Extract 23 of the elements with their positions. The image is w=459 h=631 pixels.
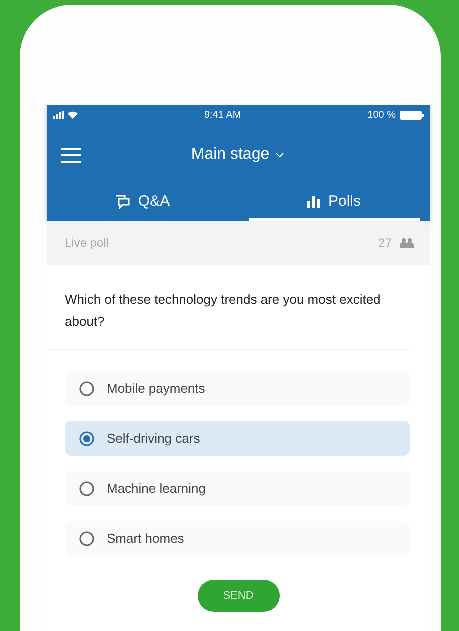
poll-option[interactable]: Smart homes <box>65 521 410 556</box>
radio-button[interactable] <box>79 430 95 446</box>
live-poll-label: Live poll <box>65 236 110 250</box>
battery-level: 100 % <box>368 110 396 120</box>
stage-title[interactable]: Main stage <box>191 146 270 164</box>
chat-icon <box>115 194 130 208</box>
chevron-down-icon[interactable] <box>276 152 284 158</box>
battery-icon <box>400 110 424 120</box>
signal-icon <box>53 111 65 119</box>
menu-icon[interactable] <box>61 148 81 162</box>
status-time: 9:41 AM <box>204 110 242 120</box>
tab[interactable]: Q&A <box>57 185 228 221</box>
bar-chart-icon <box>307 196 320 208</box>
poll-question: Which of these technology trends are you most excited about? <box>47 265 410 350</box>
wifi-icon <box>68 111 78 119</box>
radio-button[interactable] <box>79 380 95 396</box>
radio-button[interactable] <box>79 480 95 496</box>
poll-option[interactable]: Machine learning <box>65 471 410 506</box>
poll-option[interactable]: Mobile payments <box>65 371 410 406</box>
poll-option[interactable]: Self-driving cars <box>65 421 410 456</box>
participant-count: 27 <box>378 236 392 250</box>
radio-button[interactable] <box>79 530 95 546</box>
people-icon <box>400 238 414 248</box>
